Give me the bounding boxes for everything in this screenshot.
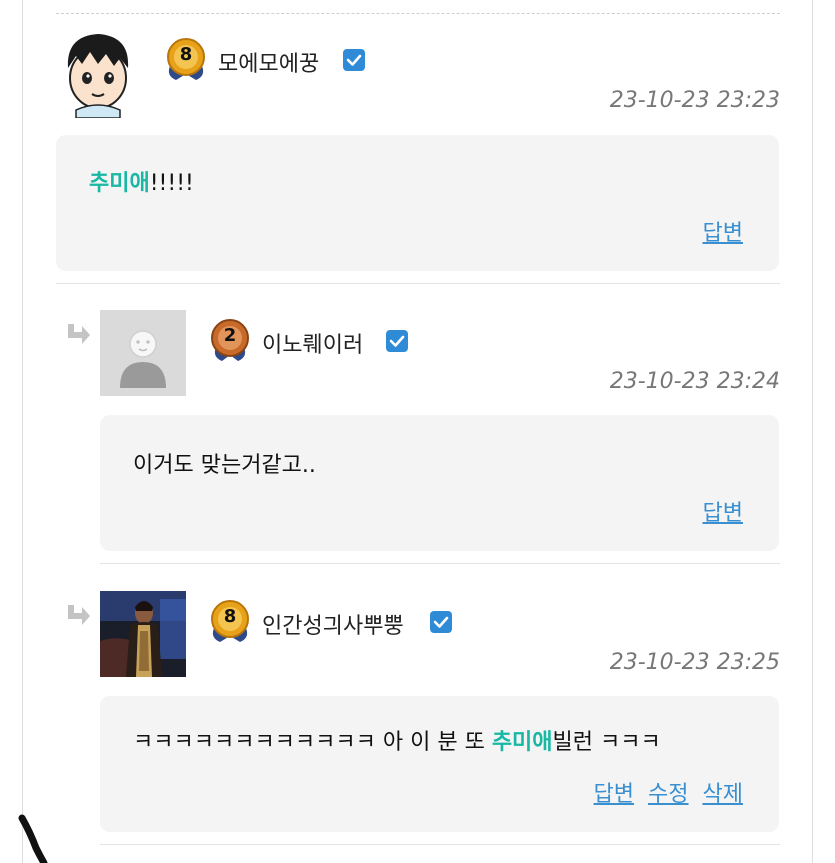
- reply-button[interactable]: 답변: [594, 776, 634, 808]
- comment-highlight: 추미애: [491, 730, 553, 755]
- avatar[interactable]: [100, 310, 186, 396]
- avatar-default-placeholder: [100, 310, 186, 396]
- comment-text: 이거도 맞는거같고..: [133, 447, 316, 479]
- check-icon: [430, 611, 452, 633]
- reply-arrow-icon: [64, 603, 92, 635]
- comment-text: ㅋㅋㅋㅋㅋㅋㅋㅋㅋㅋㅋㅋ 아 이 분 또 추미애빌런 ㅋㅋㅋ: [133, 724, 661, 756]
- comment-actions: 답변: [703, 215, 743, 247]
- comment-bubble: ㅋㅋㅋㅋㅋㅋㅋㅋㅋㅋㅋㅋ 아 이 분 또 추미애빌런 ㅋㅋㅋ 답변 수정 삭제: [100, 696, 779, 832]
- edit-button[interactable]: 수정: [648, 776, 688, 808]
- frame-border-left: [22, 0, 23, 863]
- comment-text-before: 이거도 맞는거같고..: [133, 453, 316, 478]
- avatar[interactable]: [100, 591, 186, 677]
- divider: [100, 563, 780, 564]
- comment-actions: 답변: [703, 495, 743, 527]
- divider-dashed: [56, 13, 780, 14]
- nickname[interactable]: 인간성긔사뿌뿡: [262, 608, 404, 640]
- comment-text-after: 빌런 ㅋㅋㅋ: [552, 730, 661, 755]
- reply-button[interactable]: 답변: [703, 495, 743, 527]
- level-number: 2: [223, 325, 237, 346]
- timestamp: 23-10-23 23:23: [609, 88, 780, 113]
- nickname[interactable]: 모에모에꿍: [218, 46, 319, 78]
- timestamp: 23-10-23 23:24: [609, 369, 780, 394]
- avatar-cartoon-boy: [56, 28, 140, 118]
- comment-bubble: 이거도 맞는거같고.. 답변: [100, 415, 779, 551]
- comment-bubble: 추미애!!!!! 답변: [56, 135, 779, 271]
- reply-arrow-icon: [64, 322, 92, 354]
- frame-border-right: [812, 0, 813, 863]
- reply-button[interactable]: 답변: [703, 215, 743, 247]
- level-number: 8: [179, 44, 193, 65]
- comment-text-before: ㅋㅋㅋㅋㅋㅋㅋㅋㅋㅋㅋㅋ 아 이 분 또: [133, 730, 492, 755]
- nickname[interactable]: 이노뤠이러: [262, 327, 363, 359]
- comment-highlight: 추미애: [89, 171, 150, 196]
- level-number: 8: [223, 606, 237, 627]
- timestamp: 23-10-23 23:25: [609, 650, 780, 675]
- delete-button[interactable]: 삭제: [703, 776, 743, 808]
- comment-text: 추미애!!!!!: [89, 165, 194, 197]
- avatar[interactable]: [56, 28, 140, 118]
- pen-stroke-mark: [18, 814, 48, 863]
- avatar-wrestler-photo: [100, 591, 186, 677]
- check-icon: [343, 49, 365, 71]
- divider: [56, 283, 780, 284]
- check-icon: [386, 330, 408, 352]
- divider: [100, 844, 780, 845]
- comment-text-after: !!!!!: [149, 171, 194, 196]
- comment-actions: 답변 수정 삭제: [594, 776, 743, 808]
